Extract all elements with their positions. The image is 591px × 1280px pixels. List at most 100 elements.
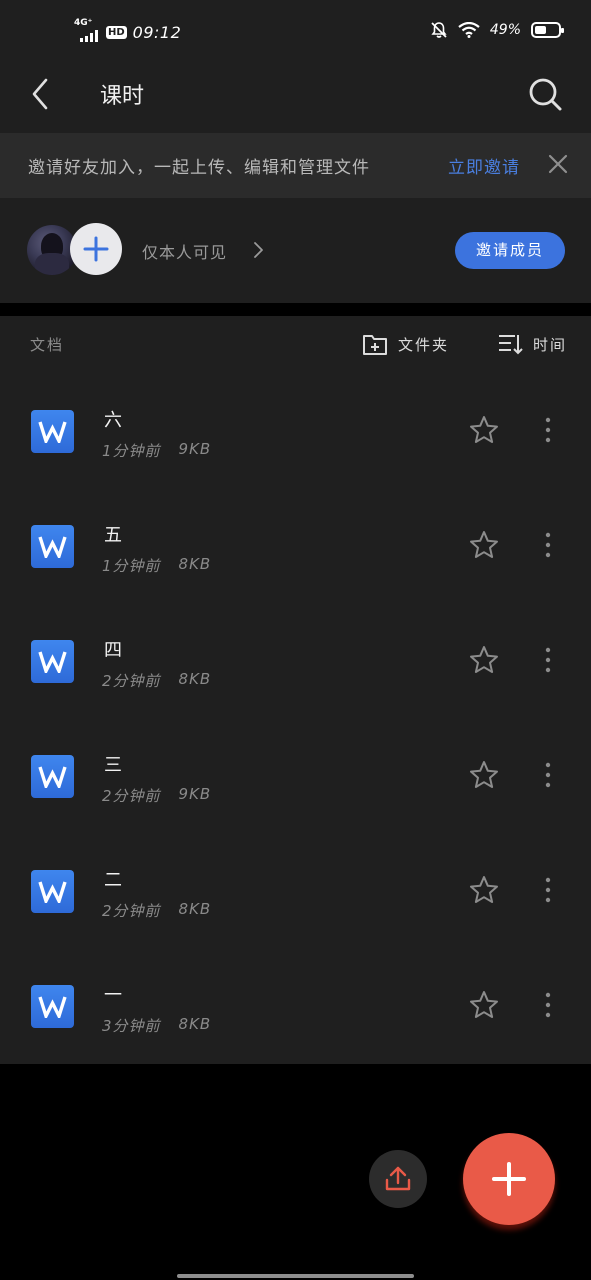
document-time: 2分钟前	[102, 672, 161, 690]
word-doc-icon	[31, 640, 74, 683]
document-row[interactable]: 一 3分钟前 8KB	[0, 949, 591, 1064]
status-left: 4G⁺ HD 09:12	[74, 18, 182, 44]
documents-section-header: 文档 文件夹 时间	[0, 316, 591, 374]
invite-now-link[interactable]: 立即邀请	[448, 153, 520, 178]
page-title: 课时	[100, 84, 145, 109]
favorite-button[interactable]	[468, 989, 500, 1021]
document-meta: 3分钟前 8KB	[102, 1015, 211, 1036]
sort-icon	[499, 335, 523, 355]
document-meta: 2分钟前 8KB	[102, 670, 211, 691]
visibility-label[interactable]: 仅本人可见	[142, 239, 227, 263]
favorite-button[interactable]	[468, 529, 500, 561]
search-icon	[529, 78, 562, 111]
document-meta: 2分钟前 8KB	[102, 900, 211, 921]
new-folder-button[interactable]: 文件夹	[362, 332, 449, 356]
banner-close-button[interactable]	[547, 153, 569, 175]
search-button[interactable]	[527, 76, 563, 112]
invite-banner-text: 邀请好友加入，一起上传、编辑和管理文件	[28, 158, 370, 178]
word-doc-icon	[31, 525, 74, 568]
status-bar: 4G⁺ HD 09:12 49%	[0, 0, 591, 62]
signal-icon: 4G⁺	[74, 18, 100, 44]
document-time: 2分钟前	[102, 787, 161, 805]
star-icon	[470, 991, 498, 1018]
sort-button[interactable]: 时间	[497, 332, 567, 356]
folder-add-icon	[363, 335, 387, 355]
back-button[interactable]	[26, 76, 58, 112]
close-icon	[548, 154, 568, 174]
hd-badge: HD	[106, 25, 127, 39]
word-doc-icon	[31, 985, 74, 1028]
more-vertical-icon	[545, 762, 551, 788]
word-doc-icon	[31, 755, 74, 798]
document-name: 二	[104, 870, 122, 891]
invite-banner: 邀请好友加入，一起上传、编辑和管理文件 立即邀请	[0, 133, 591, 198]
member-row: 仅本人可见 邀请成员	[0, 199, 591, 303]
upload-icon	[385, 1166, 411, 1191]
more-options-button[interactable]	[538, 529, 558, 561]
favorite-button[interactable]	[468, 759, 500, 791]
document-row[interactable]: 五 1分钟前 8KB	[0, 489, 591, 604]
more-vertical-icon	[545, 877, 551, 903]
document-size: 8KB	[178, 555, 212, 573]
network-label: 4G⁺	[74, 18, 93, 28]
create-button[interactable]	[463, 1133, 555, 1225]
document-meta: 1分钟前 9KB	[102, 440, 211, 461]
add-member-button[interactable]	[70, 223, 122, 275]
battery-fill	[535, 26, 546, 34]
folder-button-label: 文件夹	[398, 335, 450, 354]
plus-icon	[83, 236, 109, 262]
document-size: 8KB	[178, 670, 212, 688]
battery-icon	[531, 22, 564, 38]
document-size: 8KB	[178, 900, 212, 918]
chevron-left-icon	[32, 78, 48, 110]
document-list: 六 1分钟前 9KB 五 1分钟前 8KB 四 2分钟前 8KB 三 2分钟前 …	[0, 374, 591, 1064]
sort-button-label: 时间	[533, 335, 568, 354]
star-icon	[470, 646, 498, 673]
status-right: 49%	[430, 21, 564, 39]
plus-icon	[492, 1162, 526, 1196]
invite-member-button[interactable]: 邀请成员	[455, 232, 565, 269]
more-options-button[interactable]	[538, 414, 558, 446]
star-icon	[470, 531, 498, 558]
star-icon	[470, 761, 498, 788]
more-options-button[interactable]	[538, 644, 558, 676]
home-indicator[interactable]	[177, 1274, 414, 1278]
document-name: 六	[104, 410, 122, 431]
star-icon	[470, 876, 498, 903]
document-name: 四	[104, 640, 122, 661]
section-label: 文档	[30, 336, 65, 354]
word-doc-icon	[31, 870, 74, 913]
battery-percent: 49%	[489, 22, 521, 38]
document-time: 1分钟前	[102, 557, 161, 575]
bell-off-icon	[431, 22, 447, 38]
document-size: 9KB	[178, 785, 212, 803]
document-row[interactable]: 三 2分钟前 9KB	[0, 719, 591, 834]
more-options-button[interactable]	[538, 874, 558, 906]
word-doc-icon	[31, 410, 74, 453]
more-vertical-icon	[545, 532, 551, 558]
upload-button[interactable]	[369, 1150, 427, 1208]
document-row[interactable]: 六 1分钟前 9KB	[0, 374, 591, 489]
more-options-button[interactable]	[538, 989, 558, 1021]
status-time: 09:12	[132, 22, 182, 42]
document-time: 3分钟前	[102, 1017, 161, 1035]
more-options-button[interactable]	[538, 759, 558, 791]
document-meta: 1分钟前 8KB	[102, 555, 211, 576]
document-meta: 2分钟前 9KB	[102, 785, 211, 806]
document-size: 8KB	[178, 1015, 212, 1033]
favorite-button[interactable]	[468, 644, 500, 676]
document-time: 1分钟前	[102, 442, 161, 460]
wifi-icon	[458, 22, 480, 38]
favorite-button[interactable]	[468, 414, 500, 446]
document-row[interactable]: 四 2分钟前 8KB	[0, 604, 591, 719]
page: 4G⁺ HD 09:12 49% 课时 邀请好友加入，一起上传、编辑和管理文件 …	[0, 0, 591, 1280]
document-name: 五	[104, 525, 122, 546]
documents-panel: 文档 文件夹 时间 六 1分钟前 9KB 五 1分钟前 8KB 四 2分钟前 8…	[0, 316, 591, 1064]
more-vertical-icon	[545, 417, 551, 443]
header: 课时	[0, 62, 591, 132]
star-icon	[470, 416, 498, 443]
document-name: 一	[104, 985, 122, 1006]
document-row[interactable]: 二 2分钟前 8KB	[0, 834, 591, 949]
favorite-button[interactable]	[468, 874, 500, 906]
chevron-right-icon	[254, 242, 263, 258]
